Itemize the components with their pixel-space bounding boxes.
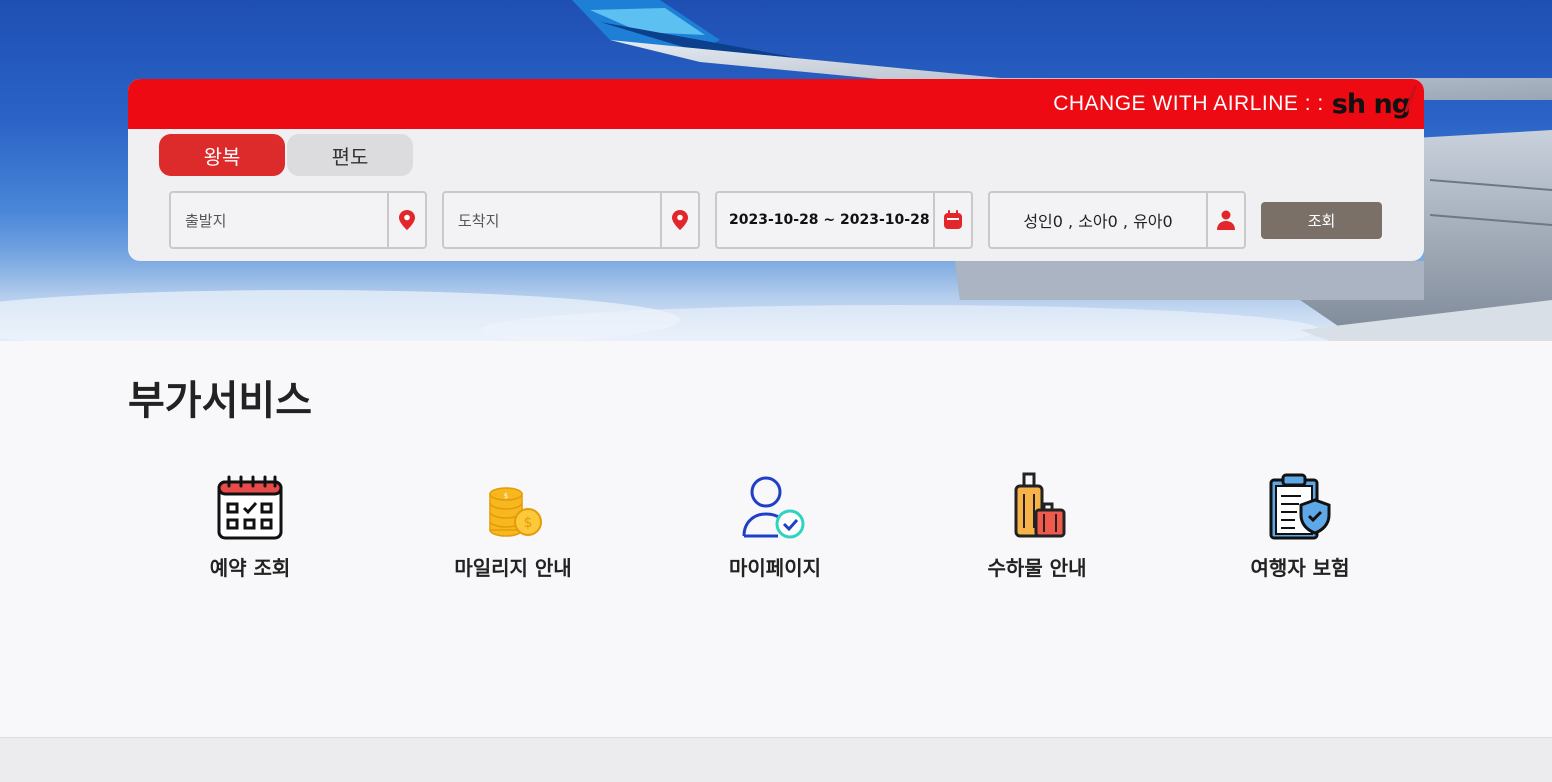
- departure-placeholder: 출발지: [185, 211, 227, 230]
- service-baggage-info[interactable]: 수하물 안내: [937, 472, 1137, 581]
- date-range-value: 2023-10-28 ~ 2023-10-28: [729, 212, 930, 228]
- round-trip-tab[interactable]: 왕복: [159, 134, 285, 176]
- service-label: 여행자 보험: [1250, 556, 1350, 580]
- passenger-count: 성인0 , 소아0 , 유아0: [1023, 212, 1173, 231]
- service-travel-insurance[interactable]: 여행자 보험: [1200, 472, 1400, 581]
- svg-text:$: $: [504, 492, 508, 500]
- service-mileage-info[interactable]: $ $ 마일리지 안내: [413, 472, 613, 581]
- calendar-icon[interactable]: [933, 193, 971, 247]
- person-icon[interactable]: [1206, 193, 1244, 247]
- service-reservation-lookup[interactable]: 예약 조회: [150, 472, 350, 581]
- luggage-icon: [1014, 472, 1066, 538]
- arrival-field[interactable]: 도착지: [442, 191, 700, 249]
- brand-logo-text: sh ng: [1331, 88, 1411, 120]
- one-way-tab[interactable]: 편도: [287, 134, 413, 176]
- map-pin-icon[interactable]: [660, 193, 698, 247]
- date-range-field[interactable]: 2023-10-28 ~ 2023-10-28: [715, 191, 973, 249]
- section-title: 부가서비스: [128, 378, 312, 424]
- service-label: 마일리지 안내: [454, 556, 572, 580]
- tagline: CHANGE WITH AIRLINE : :: [1053, 92, 1324, 115]
- departure-field[interactable]: 출발지: [169, 191, 427, 249]
- calendar-check-icon: [217, 475, 283, 540]
- arrival-placeholder: 도착지: [458, 211, 500, 230]
- passenger-field[interactable]: 성인0 , 소아0 , 유아0: [988, 191, 1246, 249]
- trip-type-toggle: 왕복 편도: [159, 134, 413, 176]
- flight-search-panel: CHANGE WITH AIRLINE : : sh ng 왕복 편도 출발지 …: [128, 79, 1424, 261]
- map-pin-icon[interactable]: [387, 193, 425, 247]
- clipboard-shield-icon: [1269, 473, 1331, 540]
- search-button[interactable]: 조회: [1261, 202, 1382, 239]
- hero-banner: CHANGE WITH AIRLINE : : sh ng 왕복 편도 출발지 …: [0, 0, 1552, 341]
- user-check-icon: [742, 476, 805, 539]
- coins-icon: $ $: [489, 487, 542, 537]
- service-label: 예약 조회: [209, 556, 291, 580]
- service-label: 마이페이지: [729, 556, 821, 580]
- footer: [0, 737, 1552, 782]
- panel-header: CHANGE WITH AIRLINE : : sh ng: [128, 79, 1424, 129]
- service-mypage[interactable]: 마이페이지: [675, 472, 875, 581]
- service-label: 수하물 안내: [987, 556, 1087, 580]
- brand-logo: sh ng: [1331, 84, 1417, 120]
- svg-text:$: $: [524, 515, 533, 531]
